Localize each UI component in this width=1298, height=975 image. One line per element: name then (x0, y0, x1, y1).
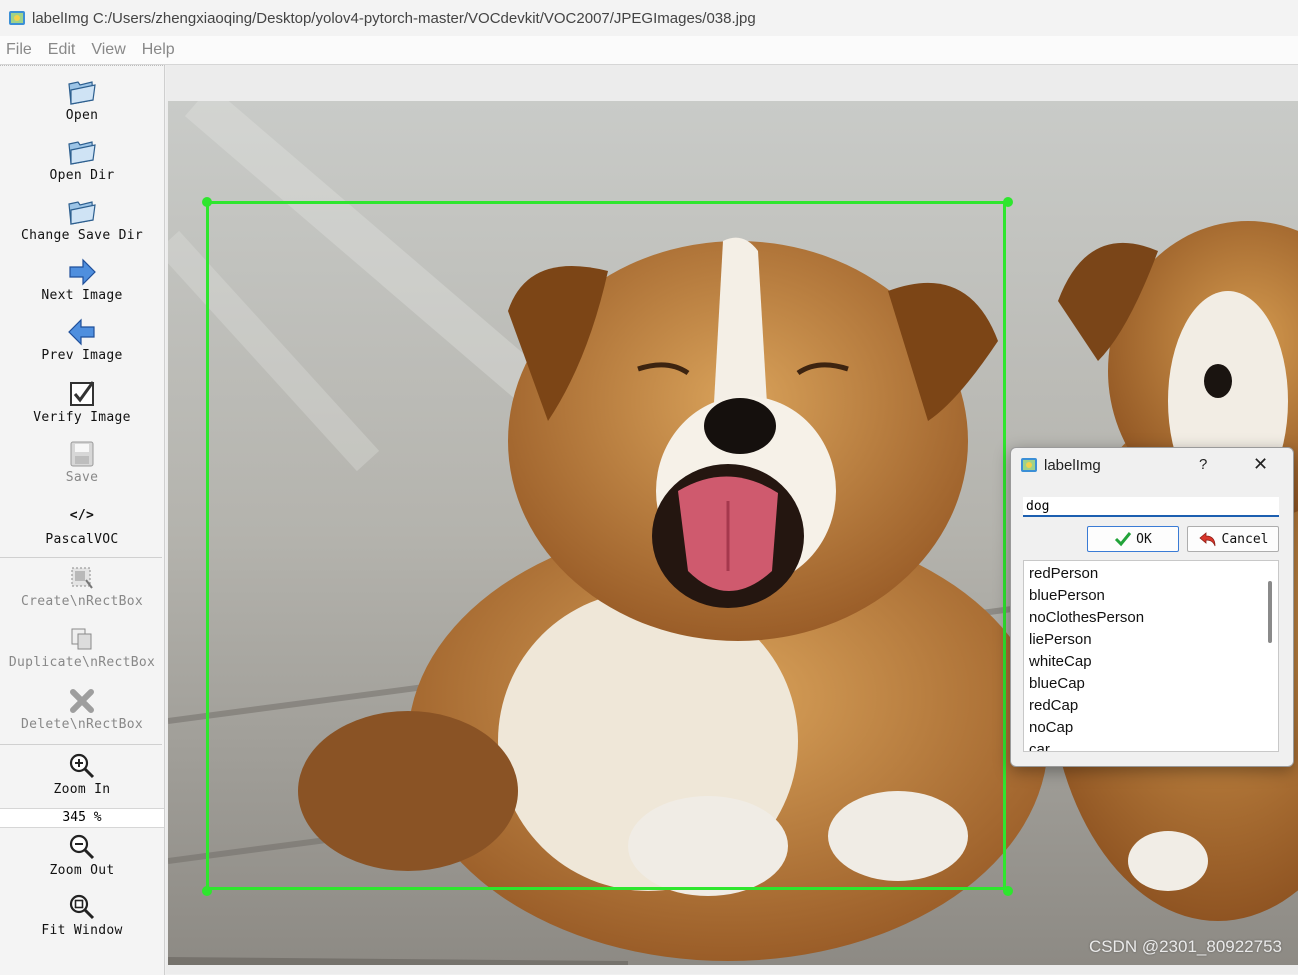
toolbar-divider (0, 557, 162, 558)
menu-help[interactable]: Help (136, 41, 181, 59)
checkmark-icon (1115, 532, 1132, 547)
copy-icon (71, 628, 92, 650)
fit-window-label: Fit Window (41, 923, 123, 938)
menu-view[interactable]: View (85, 41, 131, 59)
label-input[interactable] (1023, 497, 1279, 517)
open-button[interactable]: Open (0, 76, 164, 123)
save-label: Save (65, 470, 99, 485)
list-item[interactable]: redPerson (1024, 563, 1278, 585)
prev-image-label: Prev Image (41, 348, 123, 363)
delete-rectbox-button[interactable]: Delete\nRectBox (0, 685, 164, 732)
menu-file[interactable]: File (0, 41, 38, 59)
bbox-handle-top-right[interactable] (1003, 197, 1013, 207)
close-button[interactable]: ✕ (1253, 454, 1268, 475)
cancel-button[interactable]: Cancel (1187, 526, 1279, 552)
toolbar-divider (0, 744, 162, 745)
list-item[interactable]: noClothesPerson (1024, 607, 1278, 629)
open-label: Open (65, 108, 99, 123)
zoom-in-label: Zoom In (53, 782, 111, 797)
undo-arrow-icon (1198, 532, 1215, 547)
menu-edit[interactable]: Edit (42, 41, 82, 59)
title-bar: labelImg C:/Users/zhengxiaoqing/Desktop/… (0, 0, 1298, 36)
create-rectbox-label: Create\nRectBox (21, 594, 143, 609)
zoom-out-button[interactable]: Zoom Out (0, 831, 164, 878)
duplicate-rectbox-label: Duplicate\nRectBox (8, 655, 156, 670)
list-item[interactable]: liePerson (1024, 629, 1278, 651)
list-item[interactable]: bluePerson (1024, 585, 1278, 607)
dialog-title-bar: labelImg (1011, 448, 1293, 482)
cancel-label: Cancel (1221, 531, 1269, 547)
code-icon: </> (69, 508, 95, 523)
prev-image-button[interactable]: Prev Image (0, 316, 164, 363)
duplicate-rectbox-button[interactable]: Duplicate\nRectBox (0, 623, 164, 670)
fit-window-button[interactable]: Fit Window (0, 891, 164, 938)
change-save-dir-label: Change Save Dir (21, 228, 143, 243)
verify-image-button[interactable]: Verify Image (0, 378, 164, 425)
bbox-handle-bottom-right[interactable] (1003, 886, 1013, 896)
next-image-button[interactable]: Next Image (0, 256, 164, 303)
label-list[interactable]: redPerson bluePerson noClothesPerson lie… (1023, 560, 1279, 752)
dialog-title: labelImg (1044, 456, 1101, 474)
fit-window-icon (69, 894, 95, 920)
zoom-in-button[interactable]: Zoom In (0, 750, 164, 797)
csdn-watermark: CSDN @2301_80922753 (1088, 937, 1282, 956)
ok-label: OK (1136, 531, 1152, 547)
delete-x-icon (70, 689, 94, 713)
list-item[interactable]: noCap (1024, 717, 1278, 739)
bbox-handle-bottom-left[interactable] (202, 886, 212, 896)
delete-rectbox-label: Delete\nRectBox (21, 717, 143, 732)
label-dialog: labelImg ? ✕ OK Cancel redPerson bluePer… (1010, 447, 1294, 767)
save-button[interactable]: Save (0, 438, 164, 485)
draw-rect-icon (71, 567, 93, 589)
folder-open-icon (68, 141, 96, 165)
next-image-label: Next Image (41, 288, 123, 303)
arrow-left-icon (68, 318, 95, 346)
arrow-right-icon (69, 258, 96, 286)
floppy-disk-icon (70, 441, 94, 467)
folder-open-icon (68, 81, 96, 105)
list-item[interactable]: blueCap (1024, 673, 1278, 695)
checkbox-checked-icon (70, 381, 95, 406)
zoom-level-field[interactable]: 345 % (0, 808, 164, 828)
window-title: labelImg C:/Users/zhengxiaoqing/Desktop/… (32, 9, 756, 27)
open-dir-button[interactable]: Open Dir (0, 136, 164, 183)
create-rectbox-button[interactable]: Create\nRectBox (0, 562, 164, 609)
format-toggle-button[interactable]: </> PascalVOC (0, 500, 164, 547)
labelimg-app-icon (9, 11, 25, 25)
open-dir-label: Open Dir (49, 168, 115, 183)
labelimg-app-icon (1021, 458, 1037, 472)
help-button[interactable]: ? (1199, 456, 1207, 473)
zoom-out-label: Zoom Out (49, 863, 115, 878)
change-save-dir-button[interactable]: Change Save Dir (0, 196, 164, 243)
left-toolbar: Open Open Dir Change Save Dir Next Image… (0, 65, 165, 975)
folder-open-icon (68, 201, 96, 225)
bbox-handle-top-left[interactable] (202, 197, 212, 207)
list-item[interactable]: redCap (1024, 695, 1278, 717)
ok-button[interactable]: OK (1087, 526, 1179, 552)
format-label: PascalVOC (45, 532, 119, 547)
zoom-out-icon (69, 834, 95, 860)
verify-image-label: Verify Image (33, 410, 131, 425)
dog-bounding-box[interactable] (206, 201, 1006, 890)
zoom-in-icon (69, 753, 95, 779)
menu-bar: File Edit View Help (0, 36, 1298, 65)
list-item[interactable]: whiteCap (1024, 651, 1278, 673)
list-item[interactable]: car (1024, 739, 1278, 751)
list-scrollbar[interactable] (1268, 581, 1272, 643)
